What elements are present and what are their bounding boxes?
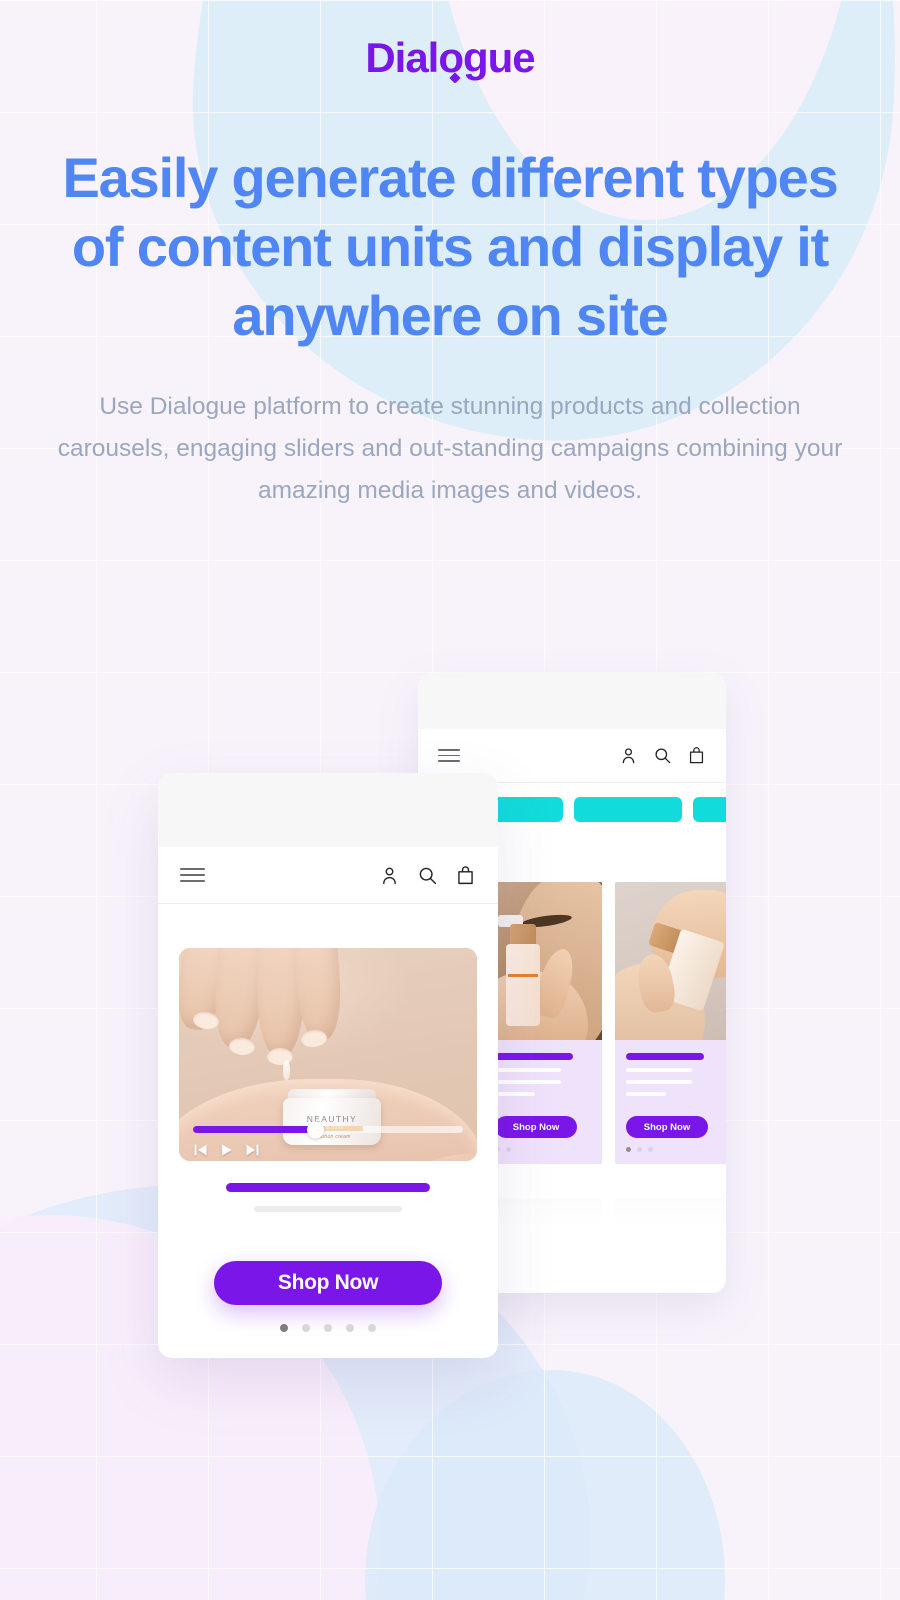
next-button[interactable] bbox=[244, 1142, 261, 1158]
carousel-dot[interactable] bbox=[324, 1324, 332, 1332]
product-card-body: Shop Now bbox=[484, 1040, 602, 1164]
product-text-placeholder bbox=[495, 1092, 535, 1096]
product-text-placeholder bbox=[495, 1080, 561, 1084]
hamburger-icon[interactable] bbox=[180, 868, 205, 882]
thumb-shape bbox=[405, 1146, 477, 1161]
product-title-placeholder bbox=[626, 1053, 704, 1060]
category-chip[interactable] bbox=[574, 797, 682, 822]
landing-page: Dialogue Easily generate different types… bbox=[0, 0, 900, 1600]
back-phone-statusbar bbox=[418, 673, 726, 729]
play-button[interactable] bbox=[218, 1142, 235, 1158]
video-progress-fill bbox=[193, 1126, 315, 1133]
product-text-placeholder bbox=[626, 1092, 666, 1096]
video-progress-bar[interactable] bbox=[193, 1121, 463, 1138]
product-card[interactable]: Shop Now bbox=[615, 882, 726, 1164]
brand-logo-text: Dialogue bbox=[365, 34, 535, 81]
front-phone-statusbar bbox=[158, 773, 498, 847]
shop-now-button[interactable]: Shop Now bbox=[214, 1261, 442, 1305]
front-phone-body: NEAUTHY SKIN CARE Solution cream bbox=[158, 948, 498, 1358]
carousel-dot[interactable] bbox=[346, 1324, 354, 1332]
front-phone-navbar bbox=[158, 847, 498, 904]
search-icon[interactable] bbox=[417, 865, 438, 886]
carousel-dot[interactable] bbox=[302, 1324, 310, 1332]
card-dot-indicator[interactable] bbox=[626, 1147, 722, 1152]
video-controls bbox=[192, 1142, 261, 1158]
cream-drop-shape bbox=[283, 1060, 290, 1080]
shopping-bag-icon[interactable] bbox=[455, 865, 476, 886]
photo-bottle-stripe bbox=[508, 974, 538, 977]
previous-button[interactable] bbox=[192, 1142, 209, 1158]
product-name: NEAUTHY bbox=[306, 1114, 358, 1124]
product-jar: NEAUTHY SKIN CARE Solution cream bbox=[282, 1085, 381, 1145]
page-subtitle: Use Dialogue platform to create stunning… bbox=[57, 392, 843, 504]
product-text-placeholder bbox=[495, 1068, 561, 1072]
photo-bottle-cap bbox=[510, 924, 536, 946]
search-icon[interactable] bbox=[653, 746, 672, 765]
brand-logo[interactable]: Dialogue bbox=[365, 34, 536, 84]
video-player[interactable]: NEAUTHY SKIN CARE Solution cream bbox=[179, 948, 477, 1161]
card-dot-indicator[interactable] bbox=[495, 1147, 591, 1152]
front-phone-mockup: NEAUTHY SKIN CARE Solution cream bbox=[158, 773, 498, 1358]
product-card-body: Shop Now bbox=[615, 1040, 726, 1164]
carousel-dot-indicator[interactable] bbox=[158, 1324, 498, 1332]
carousel-dot[interactable] bbox=[280, 1324, 288, 1332]
product-photo bbox=[484, 882, 602, 1040]
product-photo bbox=[615, 882, 726, 1040]
product-text-placeholder bbox=[626, 1080, 692, 1084]
user-icon[interactable] bbox=[379, 865, 400, 886]
shop-now-button[interactable]: Shop Now bbox=[626, 1116, 708, 1138]
video-progress-handle[interactable] bbox=[306, 1121, 324, 1138]
product-text-placeholder bbox=[626, 1068, 692, 1072]
mockup-group: Shop Now Shop Now NEAUTHY Solution cream… bbox=[0, 660, 900, 1600]
product-title-placeholder bbox=[495, 1053, 573, 1060]
product-jar-body: NEAUTHY SKIN CARE Solution cream bbox=[282, 1098, 381, 1145]
shopping-bag-icon[interactable] bbox=[687, 746, 706, 765]
carousel-dot[interactable] bbox=[368, 1324, 376, 1332]
hero-section: Dialogue Easily generate different types… bbox=[0, 0, 900, 512]
shop-now-button[interactable]: Shop Now bbox=[495, 1116, 577, 1138]
page-title: Easily generate different types of conte… bbox=[62, 146, 838, 347]
category-chip[interactable] bbox=[693, 797, 726, 822]
product-variant: Solution cream bbox=[313, 1134, 351, 1140]
product-card[interactable]: Shop Now bbox=[484, 882, 602, 1164]
user-icon[interactable] bbox=[619, 746, 638, 765]
hamburger-icon[interactable] bbox=[438, 748, 460, 763]
photo-bottle-body bbox=[506, 944, 540, 1026]
slide-title-placeholder bbox=[226, 1183, 430, 1192]
slide-subtitle-placeholder bbox=[254, 1206, 402, 1212]
